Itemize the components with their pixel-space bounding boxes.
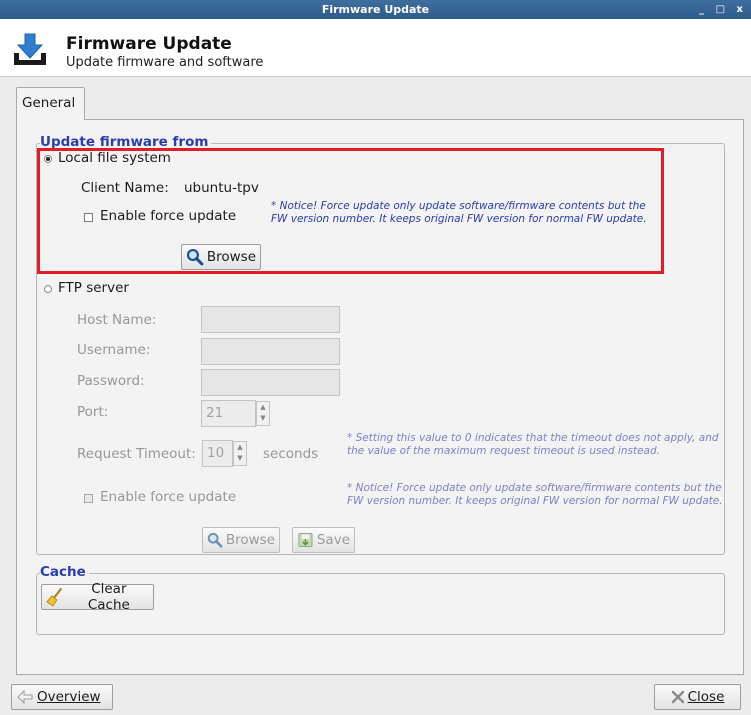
ftp-server-label[interactable]: FTP server [58,280,129,296]
local-force-update-label[interactable]: Enable force update [100,208,236,224]
ftp-browse-label: Browse [225,532,275,548]
request-timeout-stepper[interactable]: ▲ ▼ [233,441,247,466]
ftp-browse-button[interactable]: Browse [202,527,280,553]
client-name-value: ubuntu-tpv [184,180,259,196]
host-name-label: Host Name: [77,312,157,328]
tab-general[interactable]: General [16,87,85,120]
host-name-input[interactable] [201,306,340,333]
password-label: Password: [77,373,145,389]
ftp-force-update-label[interactable]: Enable force update [100,489,236,505]
window-title: Firmware Update [321,3,430,16]
request-timeout-label: Request Timeout: [77,446,196,462]
overview-button[interactable]: Overview [11,684,113,710]
ftp-force-notice: * Notice! Force update only update softw… [347,482,723,507]
request-timeout-input[interactable]: 10 [202,440,233,467]
clear-cache-label: Clear Cache [87,581,130,613]
local-force-update-checkbox[interactable] [84,213,93,222]
back-arrow-icon [17,689,33,705]
username-input[interactable] [201,338,340,365]
port-input[interactable]: 21 [201,400,256,427]
magnifier-icon [207,532,223,548]
page-subtitle: Update firmware and software [66,55,264,70]
local-browse-label: Browse [206,249,256,265]
local-force-notice: * Notice! Force update only update softw… [271,200,647,225]
ftp-server-radio[interactable] [44,285,52,293]
clear-cache-button[interactable]: Clear Cache [41,581,154,613]
page-title: Firmware Update [66,34,232,54]
close-label: Close [687,689,725,705]
request-timeout-unit: seconds [263,446,319,462]
ftp-save-button[interactable]: Save [292,527,355,553]
cache-group-title: Cache [40,564,89,580]
close-icon [671,690,684,704]
ftp-force-update-checkbox[interactable] [84,494,93,503]
download-icon [14,33,46,65]
username-label: Username: [77,342,151,358]
ftp-save-label: Save [316,532,350,548]
local-file-system-radio[interactable] [44,155,52,163]
window-titlebar[interactable]: Firmware Update _ □ x [0,0,751,19]
timeout-notice: * Setting this value to 0 indicates that… [347,432,719,457]
save-icon [298,532,313,548]
magnifier-icon [186,248,204,266]
overview-label: Overview [37,689,101,705]
port-label: Port: [77,404,109,420]
local-file-system-label[interactable]: Local file system [58,150,171,166]
local-browse-button[interactable]: Browse [181,244,261,270]
close-button[interactable]: Close [654,684,741,710]
client-name-label: Client Name: [81,180,169,196]
page-header: Firmware Update Update firmware and soft… [0,19,751,77]
window-controls[interactable]: _ □ x [699,0,747,19]
port-stepper[interactable]: ▲ ▼ [256,401,270,426]
password-input[interactable] [201,369,340,396]
broom-icon [46,588,62,607]
